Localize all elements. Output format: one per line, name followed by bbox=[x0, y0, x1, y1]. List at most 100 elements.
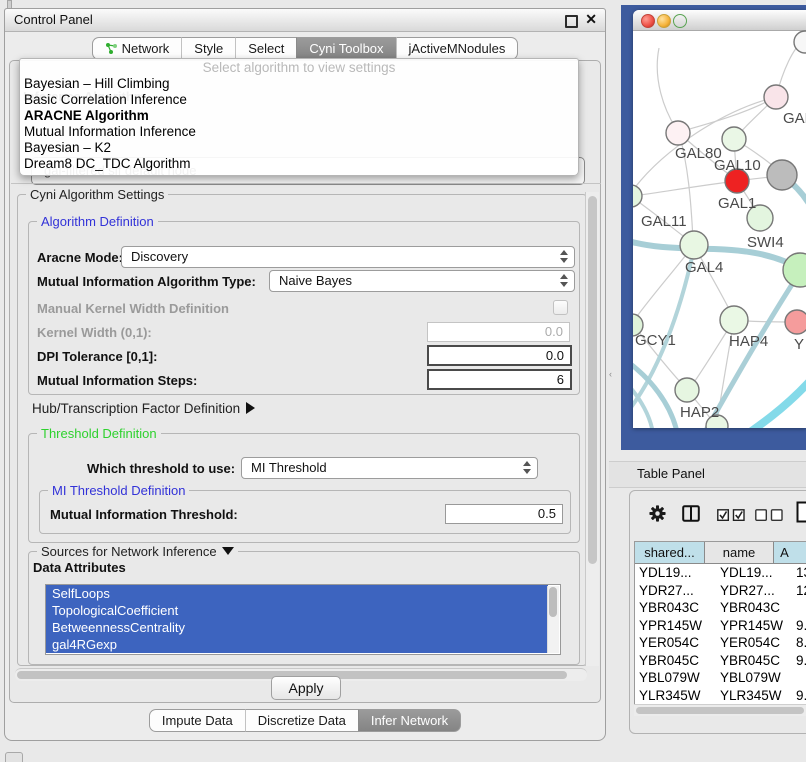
unchecked-pair-icon[interactable] bbox=[755, 508, 783, 521]
tab-impute-data[interactable]: Impute Data bbox=[149, 709, 245, 732]
node-label: GAL10 bbox=[714, 157, 761, 174]
list-item[interactable]: gal4RGexp bbox=[46, 636, 548, 653]
node-hap4[interactable] bbox=[720, 306, 748, 334]
cell: YBR043C bbox=[635, 599, 714, 617]
mac-close-icon[interactable] bbox=[641, 14, 655, 28]
tab-style[interactable]: Style bbox=[181, 37, 235, 60]
apply-button[interactable]: Apply bbox=[271, 676, 341, 700]
tab-label: Infer Network bbox=[371, 710, 448, 731]
network-canvas[interactable]: GAL GAL80 GAL10 GAL1 GAL11 SWI4 GAL4 GCY… bbox=[633, 30, 806, 428]
popup-item[interactable]: Bayesian – K2 bbox=[20, 140, 578, 156]
control-panel-window: Control Panel ✕ Network Style Select bbox=[4, 8, 606, 741]
tab-infer-network[interactable]: Infer Network bbox=[358, 709, 461, 732]
node-swi4[interactable] bbox=[783, 253, 806, 287]
table-row[interactable]: YPR145W YPR145W 9. bbox=[635, 617, 806, 635]
column-view-icon[interactable] bbox=[682, 505, 700, 522]
mi-steps-field[interactable]: 6 bbox=[427, 369, 572, 390]
column-header-third[interactable]: A bbox=[774, 542, 806, 563]
table-row[interactable]: YBL079W YBL079W bbox=[635, 669, 806, 687]
column-header-name[interactable]: name bbox=[705, 542, 774, 563]
node-label: SWI4 bbox=[747, 234, 784, 251]
hub-definition-disclosure[interactable]: Hub/Transcription Factor Definition bbox=[32, 401, 255, 416]
popup-item-selected[interactable]: ARACNE Algorithm bbox=[20, 108, 578, 124]
tab-cyni-toolbox[interactable]: Cyni Toolbox bbox=[296, 37, 395, 60]
table-row[interactable]: YBR045C YBR045C 9. bbox=[635, 652, 806, 670]
node[interactable] bbox=[794, 31, 806, 53]
list-item[interactable]: TopologicalCoefficient bbox=[46, 602, 548, 619]
sources-disclosure[interactable]: Sources for Network Inference bbox=[37, 544, 238, 559]
control-panel-titlebar: Control Panel ✕ bbox=[5, 9, 605, 32]
settings-vertical-scrollbar[interactable] bbox=[585, 192, 599, 666]
table-row[interactable]: YER054C YER054C 8. bbox=[635, 634, 806, 652]
cell: YBL079W bbox=[714, 669, 793, 687]
collapse-down-icon bbox=[222, 547, 234, 555]
table-row[interactable]: YDR27... YDR27... 12 bbox=[635, 582, 806, 600]
mi-type-label: Mutual Information Algorithm Type: bbox=[37, 274, 256, 289]
node-gray[interactable] bbox=[767, 160, 797, 190]
cell bbox=[793, 669, 806, 687]
close-icon[interactable]: ✕ bbox=[585, 11, 597, 28]
mi-algorithm-type-combobox[interactable]: Naive Bayes bbox=[269, 270, 575, 292]
cell: YDL19... bbox=[714, 564, 793, 582]
tab-discretize-data[interactable]: Discretize Data bbox=[245, 709, 358, 732]
cell bbox=[793, 599, 806, 617]
table-row[interactable]: YLR345W YLR345W 9. bbox=[635, 687, 806, 705]
table-horizontal-scrollbar[interactable] bbox=[634, 704, 806, 716]
table-row[interactable]: YDL19... YDL19... 13 bbox=[635, 564, 806, 582]
document-icon[interactable] bbox=[796, 501, 806, 523]
cell: 9. bbox=[793, 617, 806, 635]
dpi-tolerance-field[interactable]: 0.0 bbox=[427, 345, 572, 366]
cell: 12 bbox=[793, 582, 806, 600]
mi-threshold-field[interactable]: 0.5 bbox=[445, 504, 563, 524]
bottom-left-panel-fragment bbox=[5, 752, 23, 762]
list-item[interactable]: BetweennessCentrality bbox=[46, 619, 548, 636]
tab-network[interactable]: Network bbox=[92, 37, 182, 60]
aracne-mode-label: Aracne Mode: bbox=[37, 250, 123, 265]
cell: YPR145W bbox=[714, 617, 793, 635]
node-gal4[interactable] bbox=[680, 231, 708, 259]
table-header: shared... name A bbox=[635, 542, 806, 564]
kernel-width-label: Kernel Width (0,1): bbox=[37, 325, 152, 340]
cell: YLR345W bbox=[714, 687, 793, 705]
node-hap2[interactable] bbox=[675, 378, 699, 402]
threshold-definition-group: Threshold Definition Which threshold to … bbox=[28, 433, 580, 543]
tab-select[interactable]: Select bbox=[235, 37, 296, 60]
gear-icon[interactable] bbox=[649, 505, 666, 522]
cell: YLR345W bbox=[635, 687, 714, 705]
which-threshold-combobox[interactable]: MI Threshold bbox=[241, 457, 538, 479]
cell: YDR27... bbox=[714, 582, 793, 600]
popup-item[interactable]: Mutual Information Inference bbox=[20, 124, 578, 140]
kernel-width-field[interactable]: 0.0 bbox=[427, 322, 570, 342]
splitter-collapse-handle[interactable]: ‹ bbox=[609, 369, 612, 379]
mac-zoom-icon[interactable] bbox=[673, 14, 687, 28]
combo-value: MI Threshold bbox=[251, 460, 327, 475]
column-header-shared-name[interactable]: shared... bbox=[635, 542, 705, 563]
combo-value: Naive Bayes bbox=[279, 273, 352, 288]
float-icon[interactable] bbox=[565, 15, 578, 28]
node-label: HAP4 bbox=[729, 333, 768, 350]
table-row[interactable]: YBR043C YBR043C bbox=[635, 599, 806, 617]
mi-threshold-label: Mutual Information Threshold: bbox=[50, 507, 238, 522]
aracne-mode-combobox[interactable]: Discovery bbox=[121, 246, 575, 268]
cell: YBR043C bbox=[714, 599, 793, 617]
node-salmon[interactable] bbox=[785, 310, 806, 334]
node[interactable] bbox=[764, 85, 788, 109]
cell: 13 bbox=[793, 564, 806, 582]
popup-item[interactable]: Bayesian – Hill Climbing bbox=[20, 76, 578, 92]
tab-jactivemnodules[interactable]: jActiveMNodules bbox=[396, 37, 519, 60]
list-item[interactable]: SelfLoops bbox=[46, 585, 548, 602]
network-window-titlebar[interactable] bbox=[633, 10, 806, 31]
node-label: GAL11 bbox=[641, 213, 687, 230]
cell: 9. bbox=[793, 652, 806, 670]
cyni-algorithm-settings-group: Cyni Algorithm Settings Algorithm Defini… bbox=[17, 194, 587, 666]
node-label: GAL4 bbox=[685, 259, 723, 276]
node-gal80[interactable] bbox=[666, 121, 690, 145]
list-scrollbar[interactable] bbox=[547, 586, 559, 653]
node-labels: GAL GAL80 GAL10 GAL1 GAL11 SWI4 GAL4 GCY… bbox=[635, 110, 806, 421]
node-gal10[interactable] bbox=[722, 127, 746, 151]
mac-minimize-icon[interactable] bbox=[657, 14, 671, 28]
checked-pair-icon[interactable] bbox=[717, 508, 745, 521]
manual-kernel-checkbox[interactable] bbox=[553, 300, 568, 315]
popup-item[interactable]: Basic Correlation Inference bbox=[20, 92, 578, 108]
popup-item[interactable]: Dream8 DC_TDC Algorithm bbox=[20, 156, 578, 172]
